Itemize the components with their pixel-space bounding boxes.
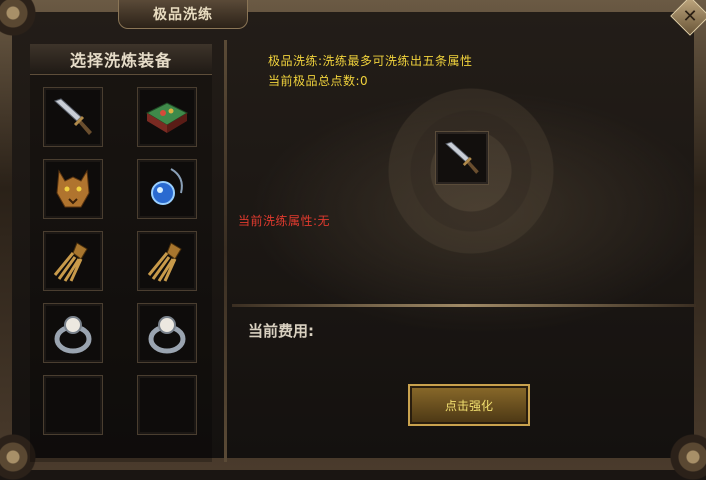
current-attribute-text: 当前洗练属性:无 (238, 214, 331, 228)
ring-icon (148, 316, 186, 354)
cost-label: 当前费用: (248, 322, 314, 340)
total-points-text: 当前极品总点数:0 (268, 74, 369, 88)
selected-item-slot[interactable] (435, 131, 489, 185)
equipment-slot-gauntlet-left[interactable] (43, 231, 103, 291)
horizontal-divider (232, 304, 696, 307)
wolf-helmet-icon (56, 169, 90, 208)
equipment-slot-sword[interactable] (43, 87, 103, 147)
corner-ornament-top-left (0, 0, 36, 36)
sword-icon (54, 98, 92, 135)
equipment-slot-empty[interactable] (43, 375, 103, 435)
equipment-slot-empty[interactable] (137, 375, 197, 435)
equipment-slot-ring-left[interactable] (43, 303, 103, 363)
vertical-divider (224, 40, 227, 462)
gauntlet-icon (147, 242, 182, 282)
window-title: 极品洗练 (118, 0, 248, 29)
equipment-slot-gauntlet-right[interactable] (137, 231, 197, 291)
equipment-slot-wolf-helmet[interactable] (43, 159, 103, 219)
sword-icon (445, 141, 479, 174)
close-x-icon: ✕ (682, 5, 698, 27)
equipment-slot-necklace[interactable] (137, 159, 197, 219)
equipment-slot-tome[interactable] (137, 87, 197, 147)
refine-description: 极品洗练:洗练最多可洗练出五条属性 (268, 54, 473, 68)
gauntlet-icon (53, 242, 88, 282)
necklace-icon (151, 168, 183, 205)
corner-ornament-bottom-right (670, 434, 706, 480)
ring-icon (54, 316, 92, 354)
equipment-panel-header: 选择洗炼装备 (30, 44, 212, 75)
enhance-button[interactable]: 点击强化 (408, 384, 530, 426)
equipment-slot-ring-right[interactable] (137, 303, 197, 363)
tome-icon (145, 102, 189, 133)
